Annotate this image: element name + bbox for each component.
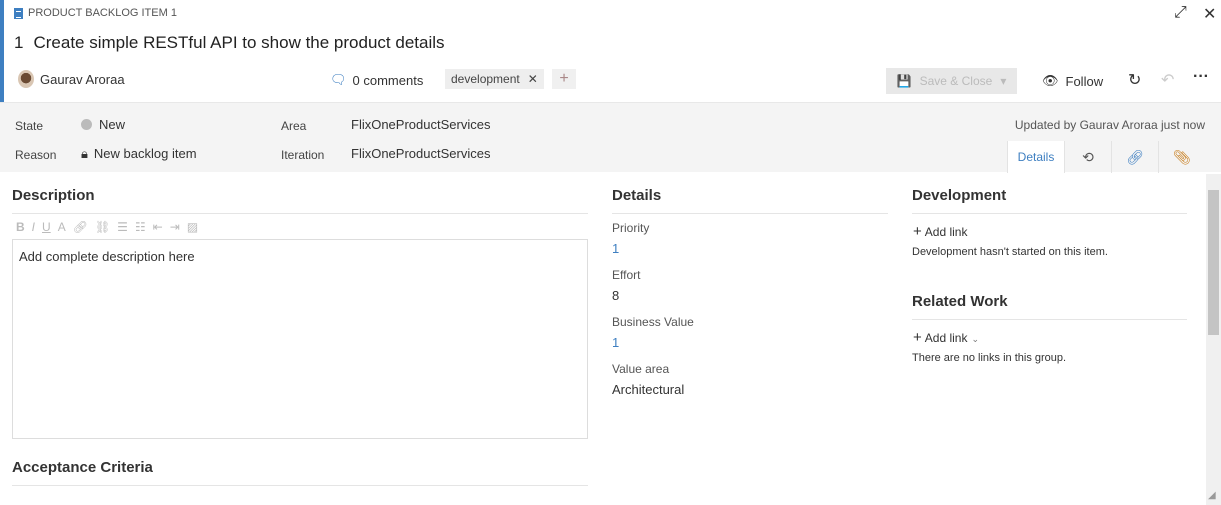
work-item-title[interactable]: 1 Create simple RESTful API to show the p… bbox=[14, 33, 455, 53]
attachment-icon: 📎︎ bbox=[1173, 148, 1191, 165]
area-label: Area bbox=[281, 119, 307, 133]
tab-bar: Details ⟲ 🔗︎ 📎︎ bbox=[1007, 141, 1205, 173]
history-icon: ⟲ bbox=[1082, 148, 1094, 165]
bold-icon[interactable]: B bbox=[16, 220, 25, 234]
formatting-toolbar: B I U A 🔗︎ ⛓ ☰ ☷ ⇤ ⇥ ▨ bbox=[16, 220, 198, 234]
scrollbar-thumb[interactable] bbox=[1208, 190, 1219, 335]
fields-band: State New Reason 🔒︎ New backlog item Area… bbox=[0, 102, 1221, 173]
related-work-heading: Related Work bbox=[912, 293, 1008, 310]
priority-label: Priority bbox=[612, 221, 650, 235]
image-icon[interactable]: ▨ bbox=[187, 220, 198, 234]
tab-details[interactable]: Details bbox=[1007, 141, 1064, 173]
priority-field[interactable]: 1 bbox=[612, 241, 619, 256]
more-actions-icon[interactable]: ··· bbox=[1193, 68, 1209, 86]
work-item-header: PRODUCT BACKLOG ITEM 1 1 Create simple RE… bbox=[0, 0, 1221, 102]
development-note: Development hasn't started on this item. bbox=[912, 246, 1108, 258]
close-icon[interactable]: ✕ bbox=[1203, 4, 1216, 24]
chevron-down-icon[interactable]: ⌄ bbox=[971, 334, 979, 344]
remove-tag-icon[interactable]: ✕ bbox=[528, 72, 538, 86]
divider bbox=[912, 319, 1187, 320]
description-editor[interactable]: Add complete description here bbox=[12, 239, 588, 439]
state-dot-icon bbox=[81, 119, 92, 130]
work-item-id: 1 bbox=[14, 33, 24, 52]
lock-icon: 🔒︎ bbox=[81, 146, 88, 161]
assigned-to[interactable]: Gaurav Aroraa bbox=[18, 70, 125, 88]
comments-link[interactable]: 🗨 0 comments bbox=[330, 72, 423, 88]
related-note: There are no links in this group. bbox=[912, 352, 1067, 364]
resize-handle-icon[interactable]: ◢ bbox=[1208, 490, 1216, 501]
indent-icon[interactable]: ⇥ bbox=[170, 220, 180, 234]
chevron-down-icon[interactable]: ▾ bbox=[1000, 74, 1006, 88]
divider bbox=[12, 485, 588, 486]
iteration-field[interactable]: FlixOneProductServices bbox=[351, 146, 490, 161]
plus-icon: + bbox=[913, 223, 922, 240]
description-heading: Description bbox=[12, 187, 95, 204]
outdent-icon[interactable]: ⇤ bbox=[153, 220, 163, 234]
link-icon: 🔗︎ bbox=[1126, 148, 1144, 165]
tag-development: development ✕ bbox=[445, 69, 544, 89]
comment-icon: 🗨 bbox=[330, 72, 347, 87]
divider bbox=[912, 213, 1187, 214]
unlink-icon[interactable]: ⛓ bbox=[95, 220, 110, 234]
state-label: State bbox=[15, 119, 44, 133]
development-add-link[interactable]: + Add link bbox=[913, 223, 967, 240]
link-icon[interactable]: 🔗︎ bbox=[73, 220, 88, 234]
iteration-label: Iteration bbox=[281, 148, 325, 162]
acceptance-criteria-heading: Acceptance Criteria bbox=[12, 459, 153, 476]
effort-field[interactable]: 8 bbox=[612, 288, 619, 303]
avatar bbox=[18, 70, 34, 88]
save-close-button[interactable]: 💾 Save & Close ▾ bbox=[886, 68, 1017, 94]
expand-icon[interactable]: ⤢ bbox=[1174, 4, 1187, 22]
save-icon: 💾 bbox=[896, 74, 912, 88]
reason-field[interactable]: 🔒︎ New backlog item bbox=[81, 146, 197, 162]
eye-icon: 👁 bbox=[1042, 73, 1059, 88]
highlight-icon[interactable]: A bbox=[58, 220, 66, 234]
details-heading: Details bbox=[612, 187, 662, 204]
underline-icon[interactable]: U bbox=[42, 220, 51, 234]
value-area-field[interactable]: Architectural bbox=[612, 382, 684, 397]
undo-icon[interactable]: ↶ bbox=[1161, 70, 1174, 90]
related-add-link[interactable]: + Add link ⌄ bbox=[913, 329, 979, 346]
tab-history[interactable]: ⟲ bbox=[1064, 141, 1111, 173]
title-text[interactable]: Create simple RESTful API to show the pr… bbox=[33, 33, 444, 52]
reason-label: Reason bbox=[15, 148, 57, 162]
work-item-type: PRODUCT BACKLOG ITEM 1 bbox=[14, 7, 177, 19]
state-field[interactable]: New bbox=[81, 117, 125, 132]
divider bbox=[612, 213, 888, 214]
add-tag-button[interactable]: + bbox=[552, 69, 576, 89]
tab-attachments[interactable]: 📎︎ bbox=[1158, 141, 1205, 173]
divider bbox=[12, 213, 588, 214]
tab-links[interactable]: 🔗︎ bbox=[1111, 141, 1158, 173]
bullet-list-icon[interactable]: ☰ bbox=[117, 220, 128, 234]
follow-button[interactable]: 👁 Follow bbox=[1042, 73, 1103, 89]
area-field[interactable]: FlixOneProductServices bbox=[351, 117, 490, 132]
business-value-label: Business Value bbox=[612, 315, 694, 329]
backlog-item-icon bbox=[14, 7, 23, 19]
italic-icon[interactable]: I bbox=[32, 220, 35, 234]
refresh-icon[interactable]: ↻ bbox=[1128, 70, 1141, 90]
business-value-field[interactable]: 1 bbox=[612, 335, 619, 350]
plus-icon: + bbox=[913, 329, 922, 346]
updated-info[interactable]: Updated by Gaurav Aroraa just now bbox=[1015, 118, 1205, 132]
numbered-list-icon[interactable]: ☷ bbox=[135, 220, 146, 234]
development-heading: Development bbox=[912, 187, 1007, 204]
value-area-label: Value area bbox=[612, 362, 670, 376]
effort-label: Effort bbox=[612, 268, 641, 282]
